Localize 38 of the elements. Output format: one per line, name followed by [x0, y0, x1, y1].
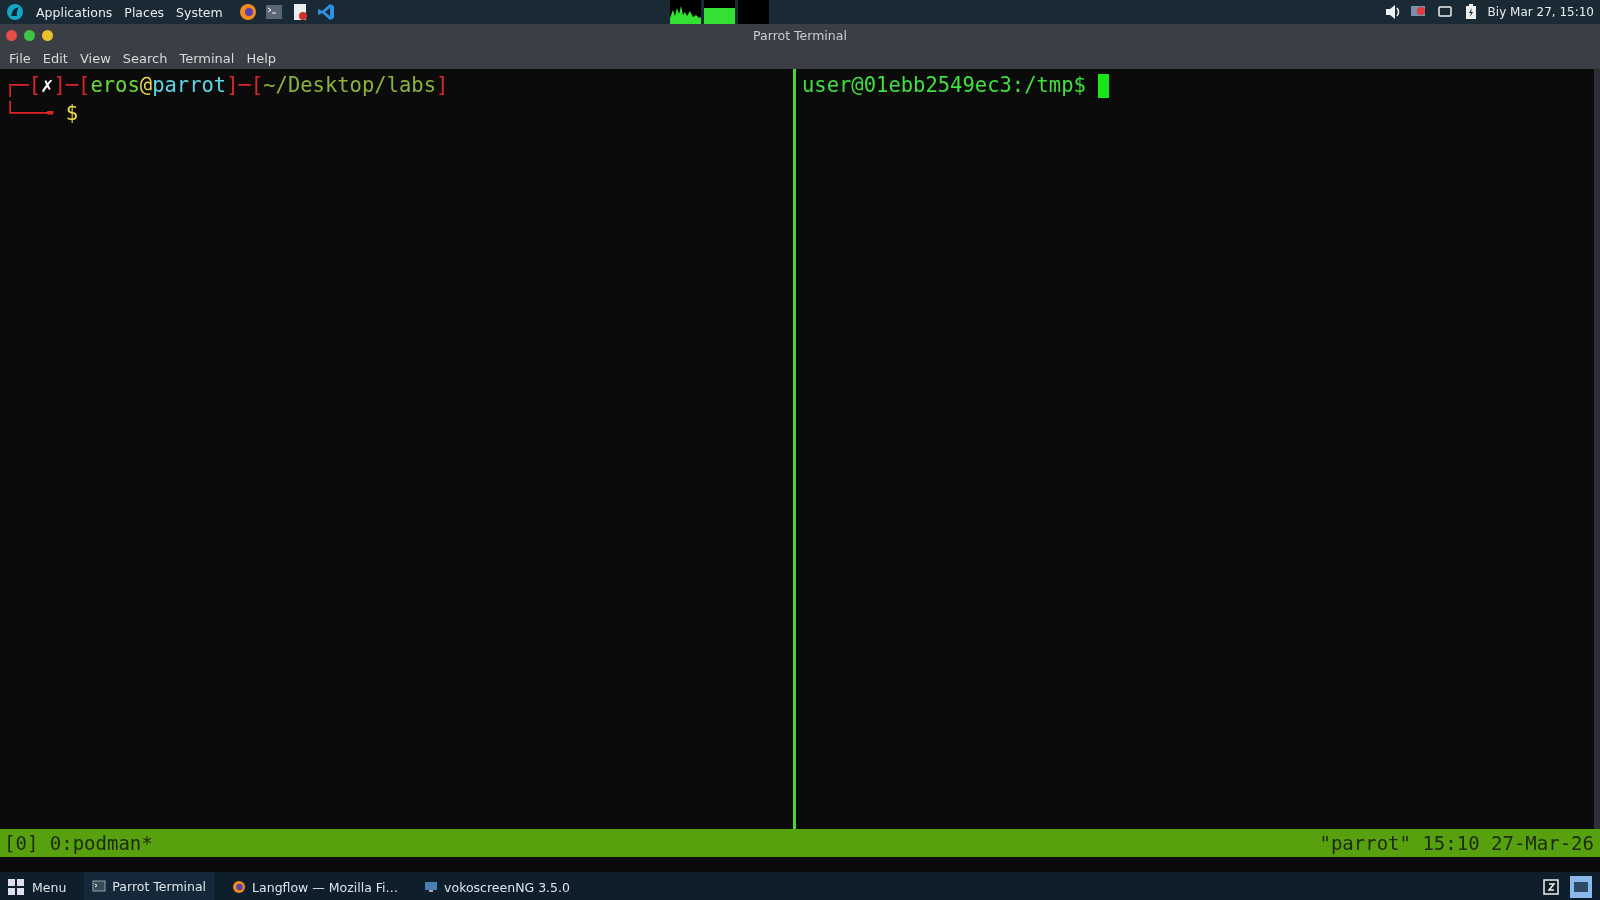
menu-item[interactable]: Edit — [36, 50, 74, 66]
minimize-button[interactable] — [42, 30, 53, 41]
prompt-line: user@01ebb2549ec3:/tmp$ — [802, 73, 1087, 97]
grid-icon — [8, 879, 24, 895]
terminal-icon[interactable] — [264, 3, 283, 21]
window-title: Parrot Terminal — [753, 28, 847, 43]
menu-item[interactable]: Search — [116, 50, 174, 66]
panel-menu[interactable]: Applications — [36, 4, 113, 20]
text-cursor — [1098, 74, 1110, 98]
memory-graph-icon — [703, 0, 735, 24]
cpu-graph-icon — [669, 0, 701, 24]
terminal-icon — [92, 879, 107, 893]
close-button[interactable] — [6, 30, 17, 41]
browser-icon — [232, 880, 247, 894]
menu-item[interactable]: Terminal — [173, 50, 241, 66]
menu-item[interactable]: View — [73, 50, 117, 66]
session-status: [0] 0:podman* — [4, 832, 153, 854]
taskbar-task[interactable]: Parrot Terminal — [84, 872, 215, 900]
code-editor-icon[interactable] — [316, 3, 335, 21]
panel-menu[interactable]: Places — [124, 4, 165, 20]
taskbar-task[interactable]: vokoscreenNG 3.5.0 — [416, 872, 578, 900]
input-line: └──╼ $ — [4, 99, 80, 127]
host-time-status: "parrot" 15:10 27-Mar-26 — [1319, 832, 1594, 854]
taskbar-task[interactable]: Langflow — Mozilla Fi… — [224, 872, 407, 900]
menu-item[interactable]: Help — [240, 50, 283, 66]
panel-menu[interactable]: System — [176, 4, 223, 20]
sleep-icon[interactable] — [1542, 878, 1560, 896]
menu-button[interactable]: Menu — [8, 879, 67, 895]
maximize-button[interactable] — [24, 30, 35, 41]
browser-icon[interactable] — [238, 3, 257, 21]
monitor-icon — [424, 880, 439, 894]
prompt-line: ┌─[✗]─[eros@parrot]─[~/Desktop/labs] — [4, 72, 450, 99]
menu-item[interactable]: File — [3, 50, 37, 66]
volume-icon[interactable] — [1383, 3, 1402, 21]
parrot-logo-icon[interactable] — [6, 3, 24, 21]
terminal-icon[interactable] — [1570, 876, 1592, 898]
network-graph-icon — [737, 0, 769, 24]
clock[interactable]: Biy Mar 27, 15:10 — [1487, 5, 1594, 19]
